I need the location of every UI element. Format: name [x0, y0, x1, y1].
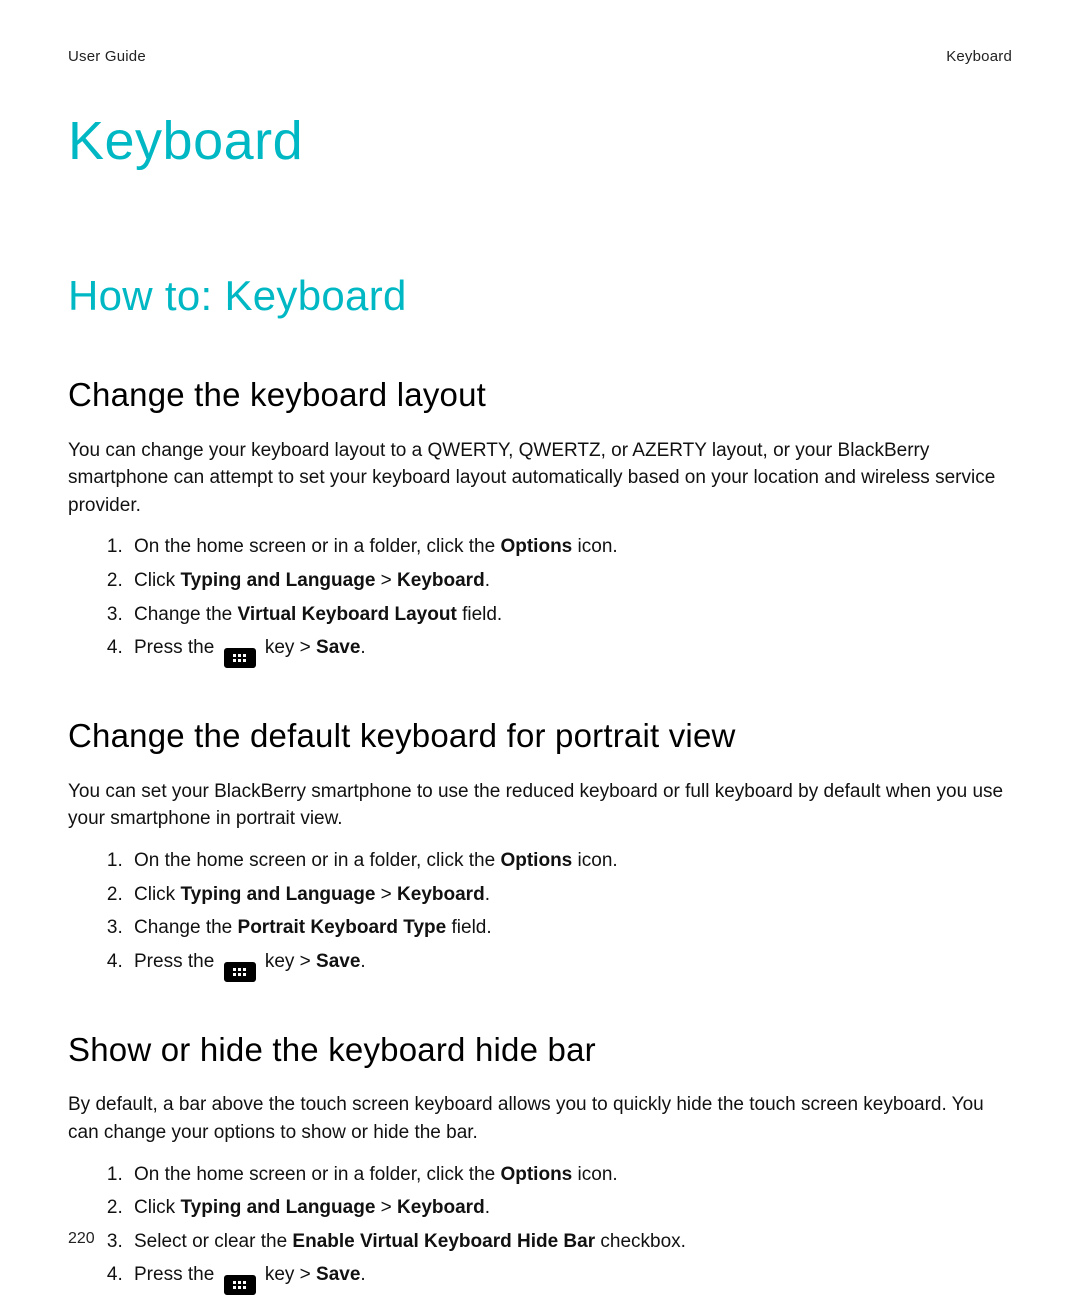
- subsection-heading: Change the default keyboard for portrait…: [68, 712, 1012, 760]
- step-text: On the home screen or in a folder, click…: [134, 850, 500, 871]
- step: On the home screen or in a folder, click…: [128, 1161, 1012, 1189]
- step-separator: >: [375, 570, 397, 591]
- step-bold: Typing and Language: [180, 884, 375, 905]
- step-text: Select or clear the: [134, 1231, 292, 1252]
- step-text: icon.: [572, 536, 617, 557]
- step-text: Change the: [134, 604, 238, 625]
- step: On the home screen or in a folder, click…: [128, 533, 1012, 561]
- step-text: .: [360, 637, 365, 658]
- step-text: On the home screen or in a folder, click…: [134, 1164, 500, 1185]
- subsection-heading: Change the keyboard layout: [68, 371, 1012, 419]
- step-bold: Options: [500, 1164, 572, 1185]
- intro-paragraph: You can set your BlackBerry smartphone t…: [68, 778, 1012, 833]
- section-title: How to: Keyboard: [68, 266, 1012, 327]
- step-text: Click: [134, 1197, 180, 1218]
- step-bold: Keyboard: [397, 884, 485, 905]
- chapter-title: Keyboard: [68, 102, 1012, 180]
- step: Change the Virtual Keyboard Layout field…: [128, 601, 1012, 629]
- step: Click Typing and Language > Keyboard.: [128, 881, 1012, 909]
- step-bold: Portrait Keyboard Type: [238, 917, 447, 938]
- step-text: Click: [134, 570, 180, 591]
- step-text: field.: [457, 604, 502, 625]
- step-bold: Options: [500, 536, 572, 557]
- step-text: Press the: [134, 637, 220, 658]
- intro-paragraph: By default, a bar above the touch screen…: [68, 1091, 1012, 1146]
- step-bold: Save: [316, 951, 360, 972]
- step: Click Typing and Language > Keyboard.: [128, 1194, 1012, 1222]
- steps-list: On the home screen or in a folder, click…: [68, 1161, 1012, 1296]
- step-bold: Save: [316, 1264, 360, 1285]
- step-text: .: [360, 1264, 365, 1285]
- step: Press the key > Save.: [128, 948, 1012, 982]
- step-separator: >: [375, 884, 397, 905]
- step-text: field.: [446, 917, 491, 938]
- step-bold: Typing and Language: [180, 1197, 375, 1218]
- step-text: key >: [260, 1264, 317, 1285]
- step-bold: Save: [316, 637, 360, 658]
- step-separator: >: [375, 1197, 397, 1218]
- runhead-left: User Guide: [68, 46, 146, 68]
- step-text: key >: [260, 637, 317, 658]
- steps-list: On the home screen or in a folder, click…: [68, 533, 1012, 668]
- step-text: .: [485, 570, 490, 591]
- step-text: Click: [134, 884, 180, 905]
- step-bold: Virtual Keyboard Layout: [238, 604, 457, 625]
- step-text: key >: [260, 951, 317, 972]
- step-bold: Typing and Language: [180, 570, 375, 591]
- document-page: User Guide Keyboard Keyboard How to: Key…: [0, 0, 1080, 1296]
- step-text: checkbox.: [595, 1231, 686, 1252]
- step-text: On the home screen or in a folder, click…: [134, 536, 500, 557]
- step-text: .: [485, 1197, 490, 1218]
- step-text: Change the: [134, 917, 238, 938]
- step-text: icon.: [572, 1164, 617, 1185]
- blackberry-menu-key-icon: [224, 648, 256, 668]
- blackberry-menu-key-icon: [224, 1275, 256, 1295]
- step: Press the key > Save.: [128, 1261, 1012, 1295]
- step-text: Press the: [134, 1264, 220, 1285]
- step: Select or clear the Enable Virtual Keybo…: [128, 1228, 1012, 1256]
- intro-paragraph: You can change your keyboard layout to a…: [68, 437, 1012, 520]
- step-bold: Keyboard: [397, 570, 485, 591]
- step: Change the Portrait Keyboard Type field.: [128, 914, 1012, 942]
- runhead-right: Keyboard: [946, 46, 1012, 68]
- step-bold: Enable Virtual Keyboard Hide Bar: [292, 1231, 595, 1252]
- step-text: icon.: [572, 850, 617, 871]
- step: On the home screen or in a folder, click…: [128, 847, 1012, 875]
- blackberry-menu-key-icon: [224, 962, 256, 982]
- step-text: .: [360, 951, 365, 972]
- steps-list: On the home screen or in a folder, click…: [68, 847, 1012, 982]
- running-header: User Guide Keyboard: [68, 46, 1012, 68]
- page-number: 220: [68, 1227, 95, 1250]
- subsection-heading: Show or hide the keyboard hide bar: [68, 1026, 1012, 1074]
- step-text: Press the: [134, 951, 220, 972]
- step-text: .: [485, 884, 490, 905]
- step-bold: Keyboard: [397, 1197, 485, 1218]
- step: Click Typing and Language > Keyboard.: [128, 567, 1012, 595]
- step: Press the key > Save.: [128, 634, 1012, 668]
- step-bold: Options: [500, 850, 572, 871]
